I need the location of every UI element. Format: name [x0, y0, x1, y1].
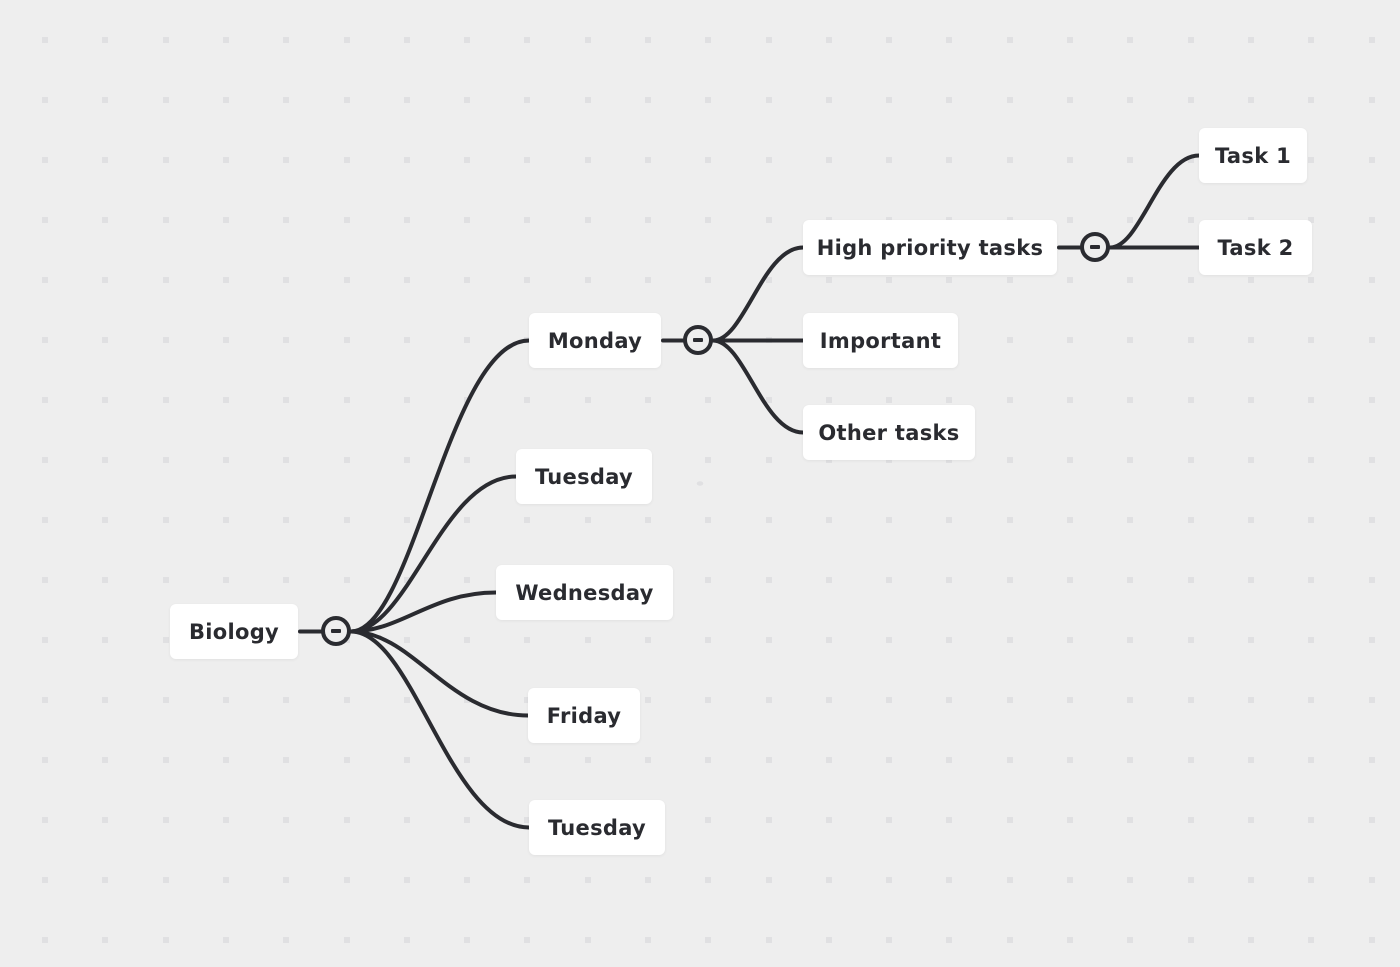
node-task-2[interactable]: Task 2 [1199, 220, 1312, 275]
node-tuesday-2[interactable]: Tuesday [529, 800, 665, 855]
node-wednesday[interactable]: Wednesday [496, 565, 673, 620]
node-friday[interactable]: Friday [528, 688, 640, 743]
minus-icon [331, 629, 341, 633]
node-other-tasks[interactable]: Other tasks [803, 405, 975, 460]
connector-line [711, 338, 805, 435]
node-tuesday[interactable]: Tuesday [516, 449, 652, 504]
node-important[interactable]: Important [803, 313, 958, 368]
node-monday[interactable]: Monday [529, 313, 661, 368]
minus-icon [693, 338, 703, 342]
collapse-toggle-biology[interactable] [321, 616, 351, 646]
connector-line [1108, 153, 1201, 250]
collapse-toggle-monday[interactable] [683, 325, 713, 355]
minus-icon [1090, 245, 1100, 249]
connector-lines [298, 153, 1201, 830]
connector-line [349, 629, 531, 830]
node-biology[interactable]: Biology [170, 604, 298, 659]
collapse-toggle-high-priority-tasks[interactable] [1080, 232, 1110, 262]
connector-line [711, 245, 805, 343]
node-high-priority-tasks[interactable]: High priority tasks [803, 220, 1057, 275]
node-task-1[interactable]: Task 1 [1199, 128, 1307, 183]
connector-line [349, 474, 518, 634]
